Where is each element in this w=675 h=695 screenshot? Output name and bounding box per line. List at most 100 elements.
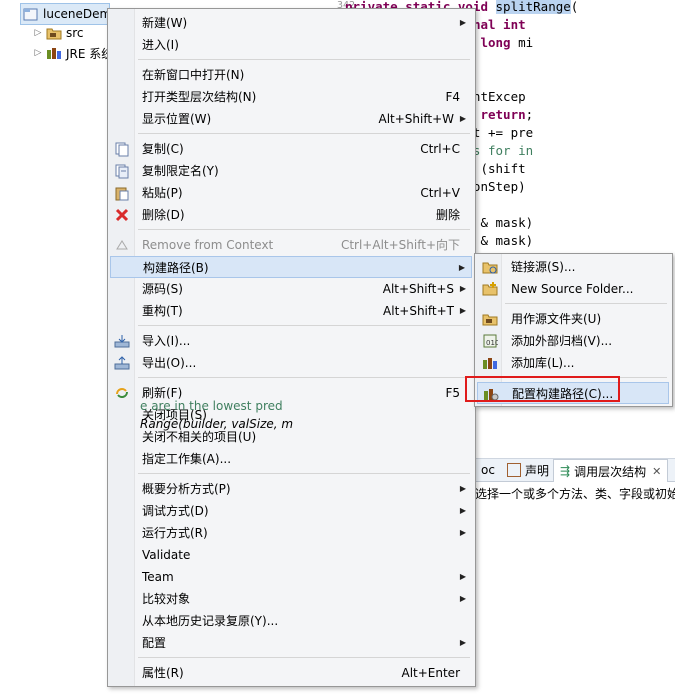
link-source-icon <box>482 259 498 275</box>
menu-item-label: 新建(W) <box>142 16 188 30</box>
menu-item[interactable]: 在新窗口中打开(N) <box>110 64 472 86</box>
menu-item-label: 删除(D) <box>142 208 185 222</box>
menu-item[interactable]: 概要分析方式(P) ▶ <box>110 478 472 500</box>
copy-qualified-icon <box>114 163 130 179</box>
menu-item-label: 比较对象 <box>142 592 191 606</box>
paste-icon <box>114 185 130 201</box>
tree-item-src[interactable]: ▷ src <box>32 23 84 43</box>
menu-item[interactable]: 复制(C) Ctrl+C <box>110 138 472 160</box>
submenu-item-label: 链接源(S)... <box>511 260 576 274</box>
tab-declaration[interactable]: 声明 <box>503 459 553 481</box>
expand-arrow-icon[interactable]: ▷ <box>32 47 44 59</box>
menu-separator <box>138 229 470 230</box>
tree-item-project[interactable]: luceneDem <box>20 3 112 25</box>
menu-item-label: 概要分析方式(P) <box>142 482 231 496</box>
menu-item-label: 源码(S) <box>142 282 183 296</box>
menu-item[interactable]: 配置 ▶ <box>110 632 472 654</box>
submenu-arrow-icon: ▶ <box>459 528 466 537</box>
menu-separator <box>138 133 470 134</box>
submenu-arrow-icon: ▶ <box>459 506 466 515</box>
menu-item[interactable]: 粘贴(P) Ctrl+V <box>110 182 472 204</box>
submenu-item-label: 用作源文件夹(U) <box>511 312 602 326</box>
menu-item[interactable]: 源码(S) Alt+Shift+S ▶ <box>110 278 472 300</box>
menu-item[interactable]: 复制限定名(Y) <box>110 160 472 182</box>
menu-item-shortcut: F5 <box>445 386 460 400</box>
submenu-arrow-icon: ▶ <box>458 263 465 272</box>
menu-item[interactable]: Team ▶ <box>110 566 472 588</box>
menu-item[interactable]: 运行方式(R) ▶ <box>110 522 472 544</box>
menu-item-label: 指定工作集(A)... <box>142 452 232 466</box>
menu-item-label: Team <box>142 570 174 584</box>
submenu-item[interactable]: 010 添加外部归档(V)... <box>477 330 669 352</box>
project-icon <box>23 6 39 22</box>
menu-item-label: 属性(R) <box>142 666 184 680</box>
tab-javadoc[interactable]: oc <box>477 459 499 481</box>
menu-item[interactable]: 调试方式(D) ▶ <box>110 500 472 522</box>
submenu-arrow-icon: ▶ <box>459 594 466 603</box>
code-keyword: return <box>480 107 526 122</box>
menu-item-label: 导出(O)... <box>142 356 197 370</box>
tree-item-label: luceneDem <box>43 7 112 21</box>
tree-item-label: src <box>66 26 84 40</box>
menu-item[interactable]: 属性(R) Alt+Enter <box>110 662 472 684</box>
menu-item-label: 进入(I) <box>142 38 179 52</box>
submenu-item-label: New Source Folder... <box>511 282 634 296</box>
submenu-item[interactable]: 用作源文件夹(U) <box>477 308 669 330</box>
menu-item[interactable]: 从本地历史记录复原(Y)... <box>110 610 472 632</box>
menu-item[interactable]: 删除(D) 删除 <box>110 204 472 226</box>
menu-item[interactable]: 显示位置(W) Alt+Shift+W ▶ <box>110 108 472 130</box>
close-icon[interactable]: ✕ <box>652 465 661 478</box>
menu-item[interactable]: 新建(W) ▶ <box>110 12 472 34</box>
menu-item[interactable]: 进入(I) <box>110 34 472 56</box>
code-keyword: long <box>480 35 511 50</box>
submenu-arrow-icon: ▶ <box>459 484 466 493</box>
submenu-item[interactable]: New Source Folder... <box>477 278 669 300</box>
add-library-icon <box>482 355 498 371</box>
code-highlight: splitRange <box>495 0 571 14</box>
menu-item[interactable]: 指定工作集(A)... <box>110 448 472 470</box>
menu-item[interactable]: 打开类型层次结构(N) F4 <box>110 86 472 108</box>
menu-item-shortcut: Alt+Enter <box>401 666 460 680</box>
menu-item-label: 显示位置(W) <box>142 112 212 126</box>
refresh-icon <box>114 385 130 401</box>
code-line[interactable]: e are in the lowest pred <box>140 397 283 415</box>
menu-item-shortcut: F4 <box>445 90 460 104</box>
menu-separator <box>138 473 470 474</box>
menu-item[interactable]: 导入(I)... <box>110 330 472 352</box>
menu-item[interactable]: Remove from Context Ctrl+Alt+Shift+向下 <box>110 234 472 256</box>
use-as-source-icon <box>482 311 498 327</box>
menu-item[interactable]: 重构(T) Alt+Shift+T ▶ <box>110 300 472 322</box>
menu-item-label: 运行方式(R) <box>142 526 208 540</box>
code-line[interactable]: Range(builder, valSize, m <box>140 415 293 433</box>
menu-item[interactable]: Validate <box>110 544 472 566</box>
menu-item-shortcut: 删除 <box>435 208 460 222</box>
menu-item[interactable]: 导出(O)... <box>110 352 472 374</box>
menu-item-label: 重构(T) <box>142 304 183 318</box>
menu-item-label: 配置 <box>142 636 167 650</box>
tab-call-hierarchy[interactable]: ⇶ 调用层次结构 ✕ <box>553 459 669 482</box>
submenu-arrow-icon: ▶ <box>459 572 466 581</box>
call-hierarchy-icon: ⇶ <box>560 464 571 478</box>
menu-item-build-path[interactable]: 构建路径(B) ▶ <box>110 256 472 278</box>
menu-item-label: 从本地历史记录复原(Y)... <box>142 614 279 628</box>
menu-item-label: 调试方式(D) <box>142 504 209 518</box>
menu-item-shortcut: Ctrl+V <box>420 186 460 200</box>
menu-item-label: 导入(I)... <box>142 334 191 348</box>
context-menu: 新建(W) ▶ 进入(I) 在新窗口中打开(N) 打开类型层次结构(N) F4 显示位置(W… <box>107 8 476 687</box>
submenu-arrow-icon: ▶ <box>459 306 466 315</box>
menu-item-label: 复制(C) <box>142 142 184 156</box>
tree-item-jre[interactable]: ▷ JRE 系统 <box>32 43 114 63</box>
copy-icon <box>114 141 130 157</box>
highlight-box <box>465 376 620 402</box>
code-text: ( <box>570 0 579 14</box>
declaration-icon <box>507 463 521 477</box>
expand-arrow-icon[interactable]: ▷ <box>32 27 44 39</box>
submenu-arrow-icon: ▶ <box>459 284 466 293</box>
svg-text:010: 010 <box>486 339 498 347</box>
menu-separator <box>138 657 470 658</box>
menu-item[interactable]: 比较对象 ▶ <box>110 588 472 610</box>
add-archive-icon: 010 <box>482 333 499 349</box>
menu-item-shortcut: Alt+Shift+W <box>378 112 455 126</box>
submenu-item[interactable]: 链接源(S)... <box>477 256 669 278</box>
submenu-item[interactable]: 添加库(L)... <box>477 352 669 374</box>
